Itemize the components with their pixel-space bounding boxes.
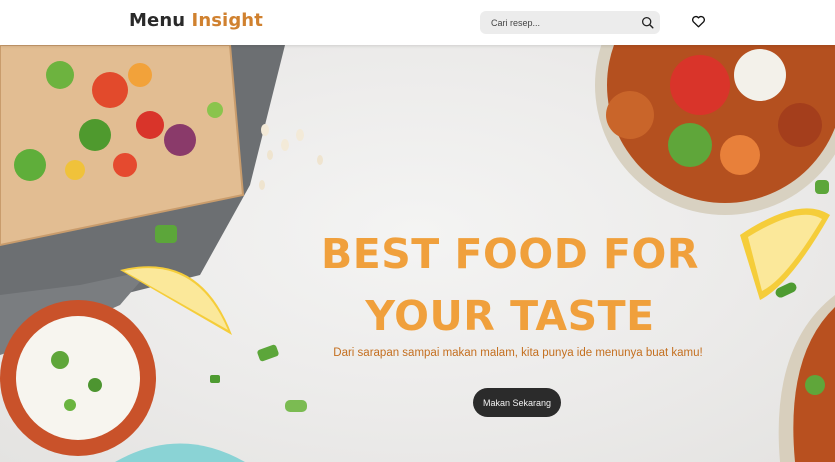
hero-section: BEST FOOD FOR YOUR TASTE Dari sarapan sa… bbox=[0, 45, 835, 462]
headline-line-1: BEST FOOD FOR bbox=[321, 230, 699, 278]
makan-sekarang-button[interactable]: Makan Sekarang bbox=[473, 388, 561, 417]
logo-text-insight: Insight bbox=[191, 10, 263, 31]
site-logo[interactable]: Menu Insight bbox=[129, 10, 263, 31]
hero-headline: BEST FOOD FOR YOUR TASTE bbox=[318, 223, 702, 347]
search-input[interactable] bbox=[480, 11, 630, 34]
heart-icon[interactable] bbox=[691, 14, 706, 29]
search-icon[interactable] bbox=[641, 16, 654, 29]
search-bar bbox=[480, 11, 660, 34]
navbar: Menu Insight bbox=[0, 0, 835, 45]
headline-line-2: YOUR TASTE bbox=[365, 292, 655, 340]
logo-text-menu: Menu bbox=[129, 10, 186, 31]
hero-subtitle: Dari sarapan sampai makan malam, kita pu… bbox=[333, 347, 703, 359]
